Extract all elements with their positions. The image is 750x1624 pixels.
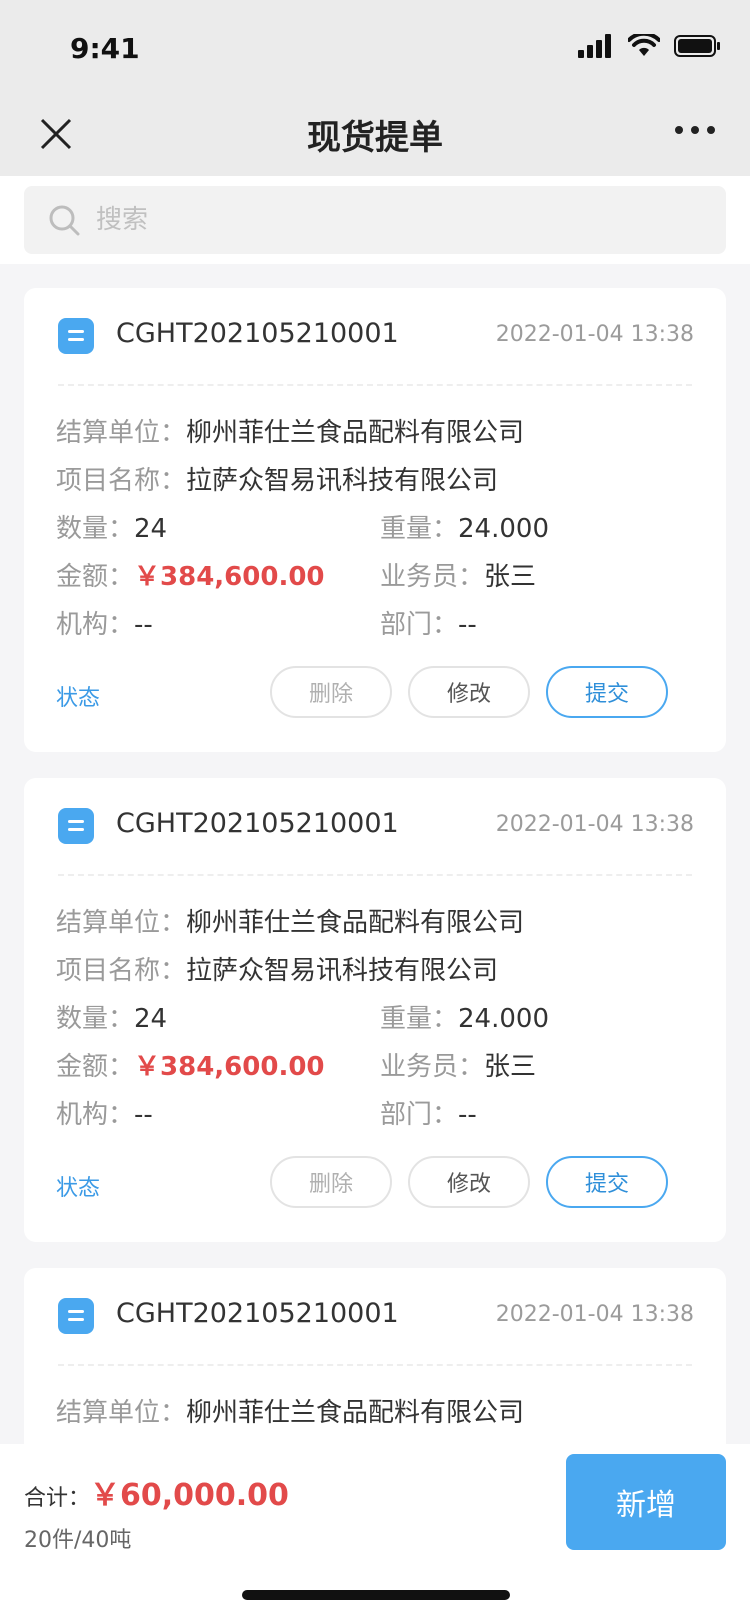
nav-bar: 现货提单 bbox=[0, 90, 750, 176]
amount-value: ￥384,600.00 bbox=[134, 562, 325, 592]
salesman-value: 张三 bbox=[484, 562, 537, 592]
salesman-label: 业务员： bbox=[380, 1052, 485, 1082]
divider bbox=[58, 874, 692, 876]
add-button[interactable]: 新增 bbox=[566, 1454, 726, 1550]
weight-row: 重量：24.000 bbox=[380, 998, 549, 1035]
salesman-label: 业务员： bbox=[380, 562, 485, 592]
weight-value: 24.000 bbox=[458, 514, 549, 544]
total-amount: ￥60,000.00 bbox=[90, 1478, 289, 1513]
order-card[interactable]: CGHT202105210001 2022-01-04 13:38 结算单位：柳… bbox=[24, 778, 726, 1242]
quantity-label: 数量： bbox=[56, 1004, 135, 1034]
project-row: 项目名称：拉萨众智易讯科技有限公司 bbox=[56, 460, 498, 497]
total-count: 20件/40吨 bbox=[24, 1528, 132, 1553]
card-header: CGHT202105210001 2022-01-04 13:38 bbox=[24, 1268, 726, 1364]
salesman-value: 张三 bbox=[484, 1052, 537, 1082]
settlement-value: 柳州菲仕兰食品配料有限公司 bbox=[186, 908, 525, 938]
amount-row: 金额：￥384,600.00 bbox=[56, 556, 325, 593]
status-link[interactable]: 状态 bbox=[56, 680, 100, 712]
settlement-row: 结算单位：柳州菲仕兰食品配料有限公司 bbox=[56, 1392, 524, 1429]
delete-button[interactable]: 删除 bbox=[270, 666, 392, 718]
quantity-label: 数量： bbox=[56, 514, 135, 544]
order-code: CGHT202105210001 bbox=[116, 1298, 399, 1329]
settlement-label: 结算单位： bbox=[56, 418, 187, 448]
amount-label: 金额： bbox=[56, 1052, 135, 1082]
salesman-row: 业务员：张三 bbox=[380, 556, 536, 593]
settlement-value: 柳州菲仕兰食品配料有限公司 bbox=[186, 418, 525, 448]
dept-value: -- bbox=[458, 610, 477, 640]
org-row: 机构：-- bbox=[56, 1094, 153, 1131]
delete-button[interactable]: 删除 bbox=[270, 1156, 392, 1208]
edit-button[interactable]: 修改 bbox=[408, 666, 530, 718]
status-bar: 9:41 bbox=[0, 0, 750, 90]
search-input[interactable] bbox=[94, 204, 698, 236]
status-time: 9:41 bbox=[70, 32, 140, 65]
home-indicator bbox=[242, 1590, 510, 1600]
card-header: CGHT202105210001 2022-01-04 13:38 bbox=[24, 778, 726, 874]
amount-row: 金额：￥384,600.00 bbox=[56, 1046, 325, 1083]
quantity-row: 数量：24 bbox=[56, 508, 167, 545]
org-label: 机构： bbox=[56, 610, 135, 640]
project-row: 项目名称：拉萨众智易讯科技有限公司 bbox=[56, 950, 498, 987]
settlement-label: 结算单位： bbox=[56, 1398, 187, 1428]
total-line: 合计：￥60,000.00 bbox=[24, 1470, 289, 1514]
order-card[interactable]: CGHT202105210001 2022-01-04 13:38 结算单位：柳… bbox=[24, 288, 726, 752]
amount-label: 金额： bbox=[56, 562, 135, 592]
order-date: 2022-01-04 13:38 bbox=[495, 1302, 694, 1327]
search-box[interactable] bbox=[24, 186, 726, 254]
weight-value: 24.000 bbox=[458, 1004, 549, 1034]
more-icon[interactable] bbox=[674, 120, 716, 140]
cellular-signal-icon bbox=[578, 34, 611, 58]
settlement-row: 结算单位：柳州菲仕兰食品配料有限公司 bbox=[56, 412, 524, 449]
dept-label: 部门： bbox=[380, 1100, 459, 1130]
wifi-icon bbox=[628, 34, 660, 56]
dept-value: -- bbox=[458, 1100, 477, 1130]
document-icon bbox=[58, 318, 94, 354]
battery-icon bbox=[674, 35, 720, 57]
card-actions: 状态 删除 修改 提交 bbox=[24, 666, 726, 726]
order-code: CGHT202105210001 bbox=[116, 318, 399, 349]
submit-button[interactable]: 提交 bbox=[546, 666, 668, 718]
org-label: 机构： bbox=[56, 1100, 135, 1130]
weight-row: 重量：24.000 bbox=[380, 508, 549, 545]
search-bar bbox=[0, 176, 750, 264]
total-label: 合计： bbox=[24, 1486, 91, 1511]
search-icon bbox=[49, 205, 80, 236]
project-label: 项目名称： bbox=[56, 466, 187, 496]
order-date: 2022-01-04 13:38 bbox=[495, 812, 694, 837]
dept-row: 部门：-- bbox=[380, 1094, 477, 1131]
order-card[interactable]: CGHT202105210001 2022-01-04 13:38 结算单位：柳… bbox=[24, 1268, 726, 1468]
settlement-row: 结算单位：柳州菲仕兰食品配料有限公司 bbox=[56, 902, 524, 939]
dept-row: 部门：-- bbox=[380, 604, 477, 641]
quantity-value: 24 bbox=[134, 1004, 168, 1034]
org-value: -- bbox=[134, 1100, 153, 1130]
status-icons bbox=[578, 34, 722, 58]
dept-label: 部门： bbox=[380, 610, 459, 640]
settlement-label: 结算单位： bbox=[56, 908, 187, 938]
divider bbox=[58, 1364, 692, 1366]
status-link[interactable]: 状态 bbox=[56, 1170, 100, 1202]
project-label: 项目名称： bbox=[56, 956, 187, 986]
document-icon bbox=[58, 1298, 94, 1334]
order-date: 2022-01-04 13:38 bbox=[495, 322, 694, 347]
page-title: 现货提单 bbox=[307, 118, 443, 158]
edit-button[interactable]: 修改 bbox=[408, 1156, 530, 1208]
project-value: 拉萨众智易讯科技有限公司 bbox=[186, 956, 499, 986]
org-value: -- bbox=[134, 610, 153, 640]
weight-label: 重量： bbox=[380, 1004, 459, 1034]
document-icon bbox=[58, 808, 94, 844]
quantity-value: 24 bbox=[134, 514, 168, 544]
project-value: 拉萨众智易讯科技有限公司 bbox=[186, 466, 499, 496]
order-code: CGHT202105210001 bbox=[116, 808, 399, 839]
card-actions: 状态 删除 修改 提交 bbox=[24, 1156, 726, 1216]
quantity-row: 数量：24 bbox=[56, 998, 167, 1035]
org-row: 机构：-- bbox=[56, 604, 153, 641]
amount-value: ￥384,600.00 bbox=[134, 1052, 325, 1082]
card-header: CGHT202105210001 2022-01-04 13:38 bbox=[24, 288, 726, 384]
settlement-value: 柳州菲仕兰食品配料有限公司 bbox=[186, 1398, 525, 1428]
submit-button[interactable]: 提交 bbox=[546, 1156, 668, 1208]
salesman-row: 业务员：张三 bbox=[380, 1046, 536, 1083]
weight-label: 重量： bbox=[380, 514, 459, 544]
divider bbox=[58, 384, 692, 386]
